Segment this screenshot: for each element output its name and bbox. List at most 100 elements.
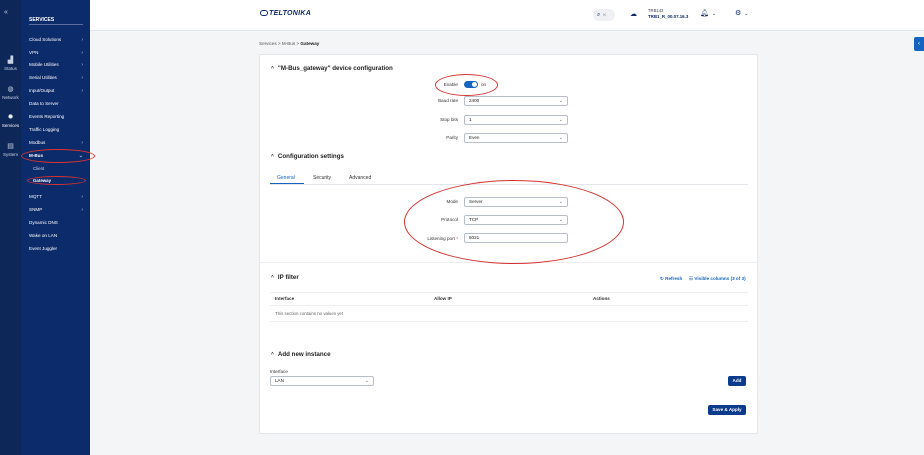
- sidebar-item-modbus[interactable]: Modbus ›: [29, 140, 87, 146]
- chevron-right-icon: ›: [81, 75, 83, 81]
- cloud-icon[interactable]: ☁: [630, 10, 637, 18]
- visible-columns-button[interactable]: ☷ Visible columns (3 of 3): [689, 276, 746, 282]
- stop-bits-label: Stop bits: [440, 117, 458, 122]
- protocol-select[interactable]: TCP ⌄: [464, 215, 568, 225]
- interface-label: Interface: [270, 369, 288, 374]
- table-header-top: [270, 292, 748, 293]
- mode-label: Mode: [446, 199, 459, 204]
- rail-system[interactable]: ▤ System: [0, 143, 21, 157]
- search-icon: ⌕: [597, 12, 601, 18]
- status-icon: ▟: [7, 57, 14, 64]
- sidebar-item-ddns[interactable]: Dynamic DNS: [29, 220, 87, 225]
- active-tab-indicator: [270, 183, 304, 184]
- enable-label: Enable: [443, 82, 458, 87]
- breadcrumb: Services > M-Bus > Gateway: [259, 41, 320, 46]
- chevron-down-icon: ⌄: [558, 199, 563, 205]
- chevron-right-icon: ›: [81, 50, 83, 56]
- chevron-right-icon: ›: [81, 140, 83, 146]
- sidebar-item-event-juggler[interactable]: Event Juggler: [29, 246, 87, 251]
- chevron-right-icon: ›: [81, 37, 83, 43]
- stop-bits-select[interactable]: 1 ⌄: [464, 115, 568, 125]
- col-interface: Interface: [275, 296, 295, 301]
- save-apply-button[interactable]: Save & Apply: [708, 405, 746, 415]
- sidebar-item-events-reporting[interactable]: Events Reporting: [29, 114, 87, 119]
- breadcrumb-services[interactable]: Services: [259, 41, 277, 46]
- rail-services[interactable]: ✹ Services: [0, 114, 21, 128]
- divider: [29, 24, 83, 25]
- table-bottom: [270, 321, 748, 322]
- chevron-right-icon: ›: [81, 207, 83, 213]
- search-button[interactable]: ⌕ K: [593, 9, 615, 21]
- logo-mark-icon: [260, 10, 268, 17]
- chevron-up-icon: ^: [271, 275, 274, 281]
- side-panel-toggle[interactable]: ‹: [914, 37, 924, 51]
- collapse-icon[interactable]: «: [4, 9, 8, 16]
- services-sidebar: SERVICES Cloud Solutions › VPN › Mobile Ut…: [21, 0, 90, 455]
- parity-label: Parity: [446, 135, 458, 140]
- add-button[interactable]: Add: [728, 376, 746, 386]
- user-menu-button[interactable]: ⚙︎ ⌄: [735, 9, 748, 17]
- config-settings-title[interactable]: ^ Configuration settings: [271, 153, 344, 160]
- listening-port-input[interactable]: 6021: [464, 233, 568, 243]
- chevron-down-icon: ⌄: [711, 11, 717, 17]
- sidebar-item-mbus[interactable]: M-Bus ⌄: [29, 153, 87, 159]
- chevron-down-icon: ⌄: [558, 135, 563, 141]
- table-header-bottom: [270, 305, 748, 306]
- breadcrumb-mbus[interactable]: M-Bus: [282, 41, 295, 46]
- sidebar-item-mqtt[interactable]: MQTT ›: [29, 194, 87, 200]
- ip-filter-title[interactable]: ^ IP filter: [271, 274, 299, 281]
- sidebar-item-serial[interactable]: Serial Utilities ›: [29, 75, 87, 81]
- add-instance-title[interactable]: ^ Add new instance: [271, 351, 331, 358]
- top-bar: TELTONIKA ⌕ K ☁ TRB143 TRB1_R_00.07.16.3 …: [90, 0, 924, 31]
- breadcrumb-gateway: Gateway: [300, 41, 320, 46]
- gear-icon: ✹: [7, 114, 14, 121]
- sidebar-title: SERVICES: [29, 17, 55, 23]
- tab-security[interactable]: Security: [313, 175, 331, 181]
- notifications-button[interactable]: 🔔︎ ⌄: [700, 9, 716, 17]
- bell-icon: 🔔︎: [700, 10, 709, 17]
- rail-status[interactable]: ▟ Status: [0, 57, 21, 71]
- tab-general[interactable]: General: [277, 175, 295, 181]
- baud-rate-select[interactable]: 2400 ⌄: [464, 96, 568, 106]
- chevron-right-icon: ›: [81, 194, 83, 200]
- globe-icon: ◍: [7, 86, 14, 93]
- icon-rail: « ▟ Status ◍ Network ✹ Services ▤ System: [0, 0, 21, 455]
- document-icon: ▤: [7, 143, 14, 150]
- baud-rate-label: Baud rate: [438, 98, 458, 103]
- col-allow-ip: Allow IP: [434, 296, 452, 301]
- sidebar-item-cloud[interactable]: Cloud Solutions ›: [29, 37, 87, 43]
- mode-select[interactable]: Server ⌄: [464, 197, 568, 207]
- sidebar-item-data-to-server[interactable]: Data to Server: [29, 101, 87, 106]
- sidebar-item-snmp[interactable]: SNMP ›: [29, 207, 87, 213]
- interface-select[interactable]: LAN ⌄: [270, 376, 374, 386]
- enable-toggle[interactable]: [464, 81, 478, 88]
- sidebar-subitem-gateway[interactable]: Gateway: [33, 178, 51, 183]
- protocol-label: Protocol: [441, 217, 458, 222]
- rail-network[interactable]: ◍ Network: [0, 86, 21, 100]
- chevron-up-icon: ^: [271, 352, 274, 358]
- sidebar-subitem-client[interactable]: Client: [33, 166, 44, 171]
- device-config-title[interactable]: ^ "M-Bus_gateway" device configuration: [271, 65, 393, 72]
- divider: [260, 262, 757, 263]
- chevron-down-icon: ⌄: [744, 11, 749, 17]
- chevron-down-icon: ⌄: [558, 98, 563, 104]
- enable-value: on: [481, 82, 487, 87]
- chevron-left-icon: ‹: [918, 41, 920, 47]
- sidebar-item-traffic-logging[interactable]: Traffic Logging: [29, 127, 87, 132]
- parity-select[interactable]: Even ⌄: [464, 133, 568, 143]
- sidebar-item-vpn[interactable]: VPN ›: [29, 50, 87, 56]
- sidebar-item-wol[interactable]: Wake on LAN: [29, 233, 87, 238]
- firmware-version: TRB1_R_00.07.16.3: [648, 14, 689, 19]
- teltonika-logo[interactable]: TELTONIKA: [260, 10, 311, 17]
- device-name: TRB143: [648, 8, 664, 13]
- chevron-down-icon: ⌄: [364, 378, 369, 384]
- col-actions: Actions: [593, 296, 610, 301]
- tab-advanced[interactable]: Advanced: [349, 175, 371, 181]
- sidebar-item-io[interactable]: Input/Output ›: [29, 88, 87, 94]
- chevron-right-icon: ›: [81, 88, 83, 94]
- empty-table-message: This section contains no values yet: [275, 311, 344, 316]
- refresh-button[interactable]: ↻ Refresh: [660, 276, 682, 282]
- chevron-down-icon: ⌄: [558, 117, 563, 123]
- sidebar-item-mobile[interactable]: Mobile Utilities ›: [29, 62, 87, 68]
- required-marker: *: [456, 236, 458, 241]
